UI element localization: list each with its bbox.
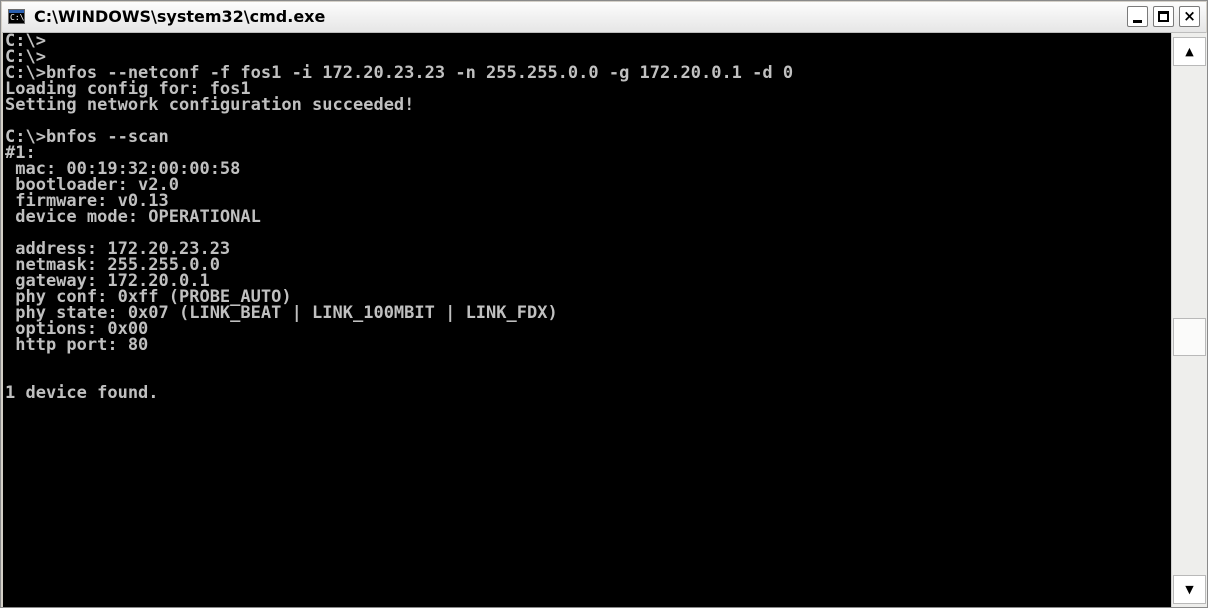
- title-bar[interactable]: C:\ C:\WINDOWS\system32\cmd.exe ×: [2, 2, 1206, 33]
- vertical-scrollbar[interactable]: ▲ ▼: [1171, 33, 1207, 607]
- console-line: 1 device found.: [5, 383, 159, 403]
- scroll-up-icon: ▲: [1185, 45, 1194, 58]
- maximize-button[interactable]: [1153, 6, 1174, 27]
- console-output[interactable]: C:\> C:\> C:\>bnfos --netconf -f fos1 -i 1…: [3, 33, 1171, 607]
- console-text: C:\> C:\> C:\>bnfos --netconf -f fos1 -i 1…: [3, 33, 1171, 403]
- cmd-window: C:\ C:\WINDOWS\system32\cmd.exe × C:\> C:…: [0, 0, 1208, 608]
- console-line: Setting network configuration succeeded!: [5, 95, 415, 115]
- console-line: C:\>bnfos --scan: [5, 127, 169, 147]
- console-icon[interactable]: C:\: [8, 9, 25, 24]
- console-line: bootloader: v2.0: [5, 175, 179, 195]
- console-line: phy state: 0x07 (LINK_BEAT | LINK_100MBI…: [5, 303, 558, 323]
- window-title: C:\WINDOWS\system32\cmd.exe: [34, 7, 326, 26]
- console-line: http port: 80: [5, 335, 149, 355]
- close-button[interactable]: ×: [1179, 6, 1200, 27]
- close-icon: ×: [1183, 7, 1196, 25]
- scroll-thumb[interactable]: [1173, 318, 1206, 356]
- scroll-down-button[interactable]: ▼: [1173, 575, 1206, 604]
- console-line: mac: 00:19:32:00:00:58: [5, 159, 241, 179]
- console-line: options: 0x00: [5, 319, 149, 339]
- maximize-icon: [1158, 11, 1169, 22]
- scroll-down-icon: ▼: [1185, 583, 1194, 596]
- console-icon-glyph: C:\: [10, 13, 25, 22]
- minimize-button[interactable]: [1127, 6, 1148, 27]
- minimize-icon: [1133, 20, 1142, 23]
- console-line: C:\>: [5, 33, 46, 51]
- scroll-up-button[interactable]: ▲: [1173, 37, 1206, 66]
- console-line: device mode: OPERATIONAL: [5, 207, 261, 227]
